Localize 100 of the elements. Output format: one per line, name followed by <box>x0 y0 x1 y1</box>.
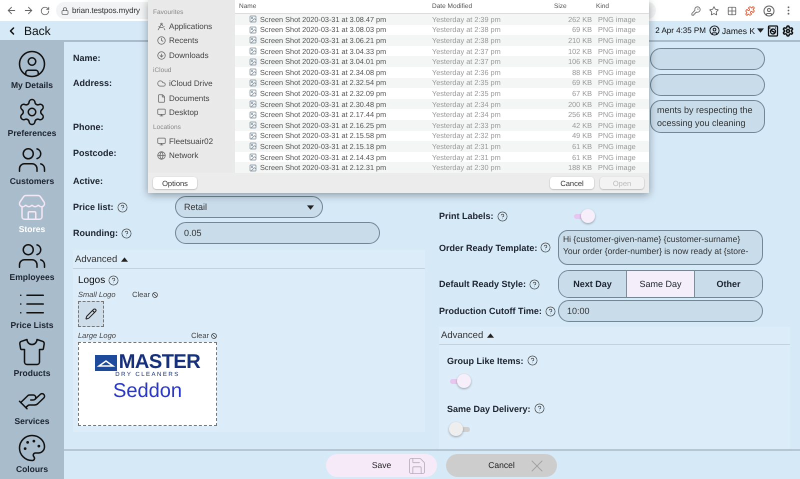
location-item[interactable]: Documents <box>153 91 230 106</box>
field-label: Active: <box>73 176 104 186</box>
location-item[interactable]: Desktop <box>153 106 230 120</box>
image-file-icon <box>249 36 257 44</box>
key-icon[interactable] <box>691 6 701 16</box>
location-item[interactable]: Recents <box>153 34 230 48</box>
location-item[interactable]: Fleetsuair02 <box>153 134 230 148</box>
field-label: Address: <box>73 78 112 88</box>
save-button[interactable]: Save <box>326 454 437 476</box>
location-item[interactable]: Network <box>153 148 230 163</box>
field-label: Price list: <box>73 202 114 212</box>
advanced-toggle[interactable]: Advanced <box>73 250 425 269</box>
help-icon[interactable] <box>544 306 556 316</box>
field-label: Phone: <box>73 122 104 132</box>
no-entry-icon <box>211 332 217 338</box>
help-icon[interactable] <box>540 242 552 253</box>
location-item[interactable]: Applications <box>153 19 230 34</box>
logo-text: Seddon <box>113 380 182 403</box>
help-icon[interactable] <box>526 355 538 366</box>
shirt-icon <box>17 336 47 366</box>
sidebar-item[interactable]: Customers <box>0 141 64 189</box>
caret-icon <box>307 204 314 210</box>
washing-machine-icon[interactable] <box>767 24 779 36</box>
back-icon[interactable] <box>6 5 17 16</box>
image-file-icon <box>249 153 257 162</box>
rounding-field[interactable]: 0.05 <box>175 222 380 244</box>
user-menu[interactable]: James K <box>708 25 764 36</box>
ready-style-option[interactable]: Other <box>694 271 762 297</box>
caret-icon <box>121 256 128 262</box>
image-file-icon <box>249 15 257 24</box>
toggle-switch[interactable] <box>449 422 471 436</box>
image-file-icon <box>249 100 257 108</box>
field-label: Rounding: <box>73 228 118 238</box>
sidebar-item[interactable]: My Details <box>0 45 64 93</box>
sidebar-item[interactable]: Products <box>0 333 64 381</box>
globe-icon <box>157 151 166 160</box>
help-icon[interactable] <box>534 403 545 414</box>
cutoff-time-field[interactable]: 10:00 <box>558 300 763 322</box>
help-icon[interactable] <box>120 228 132 238</box>
image-file-icon <box>249 121 257 130</box>
help-icon[interactable] <box>116 202 128 212</box>
date-time: 2 Apr 4:35 PM <box>655 26 706 35</box>
gear-icon <box>17 96 47 126</box>
compass-icon <box>157 22 166 31</box>
no-entry-icon <box>152 292 158 298</box>
lock-icon <box>61 6 69 14</box>
back-link[interactable]: Back <box>6 24 51 38</box>
field-label: Group Like Items: <box>447 356 524 366</box>
image-file-icon <box>249 89 257 98</box>
image-file-icon <box>249 26 257 34</box>
cancel-button[interactable]: Cancel <box>446 454 557 476</box>
text-field[interactable] <box>650 48 765 70</box>
caret-icon <box>487 333 494 338</box>
star-icon[interactable] <box>709 6 719 16</box>
field-label: Print Labels: <box>439 211 494 221</box>
field-label: Order Ready Template: <box>439 242 538 252</box>
image-file-icon <box>249 47 257 56</box>
ready-style-option[interactable]: Same Day <box>626 271 694 297</box>
palette-icon <box>17 432 47 462</box>
document-icon <box>157 94 166 103</box>
sidebar-item[interactable]: Employees <box>0 237 64 285</box>
download-icon <box>157 50 166 60</box>
field-label: Name: <box>73 53 101 63</box>
image-file-icon <box>249 78 257 87</box>
text-field[interactable]: ments by respecting the ocessing you cleaning <box>650 100 765 133</box>
clock-icon <box>157 36 166 46</box>
profile-icon[interactable] <box>763 4 775 16</box>
settings-icon[interactable] <box>782 24 794 36</box>
cloud-icon <box>157 79 166 88</box>
help-icon[interactable] <box>529 278 540 290</box>
small-logo-thumbnail[interactable] <box>78 301 104 327</box>
image-file-icon <box>249 164 257 172</box>
floppy-icon <box>407 456 427 476</box>
help-icon[interactable] <box>108 275 120 286</box>
toggle-switch[interactable] <box>449 374 471 388</box>
person-icon <box>17 48 47 78</box>
template-field[interactable]: Hi {customer-given-name} {customer-surname} Your order {order-number} is now ready at {store- <box>558 230 763 265</box>
reload-icon[interactable] <box>40 6 50 16</box>
price-list-select[interactable]: Retail <box>175 196 323 218</box>
caret-icon <box>757 28 764 33</box>
location-item[interactable]: Downloads <box>153 48 230 62</box>
extension-icon[interactable] <box>745 6 755 16</box>
advanced-toggle[interactable]: Advanced <box>439 327 790 345</box>
sidebar-item[interactable]: Services <box>0 381 64 429</box>
location-item[interactable]: iCloud Drive <box>153 76 230 91</box>
forward-icon[interactable] <box>23 5 34 16</box>
shop-icon <box>17 192 47 222</box>
image-file-icon <box>249 132 257 140</box>
field-label: Production Cutoff Time: <box>439 306 542 316</box>
field-label: Default Ready Style: <box>439 279 526 289</box>
extension-icon[interactable] <box>727 6 737 16</box>
sidebar-item[interactable]: Colours <box>0 429 64 477</box>
help-icon[interactable] <box>496 210 508 222</box>
monitor-icon <box>157 136 166 146</box>
sidebar-item[interactable]: Price Lists <box>0 285 64 333</box>
monitor-icon <box>157 108 166 118</box>
text-field[interactable] <box>650 74 765 96</box>
toggle-switch[interactable] <box>573 209 595 223</box>
sidebar-item[interactable]: Preferences <box>0 93 64 141</box>
field-label: Postcode: <box>73 148 117 158</box>
